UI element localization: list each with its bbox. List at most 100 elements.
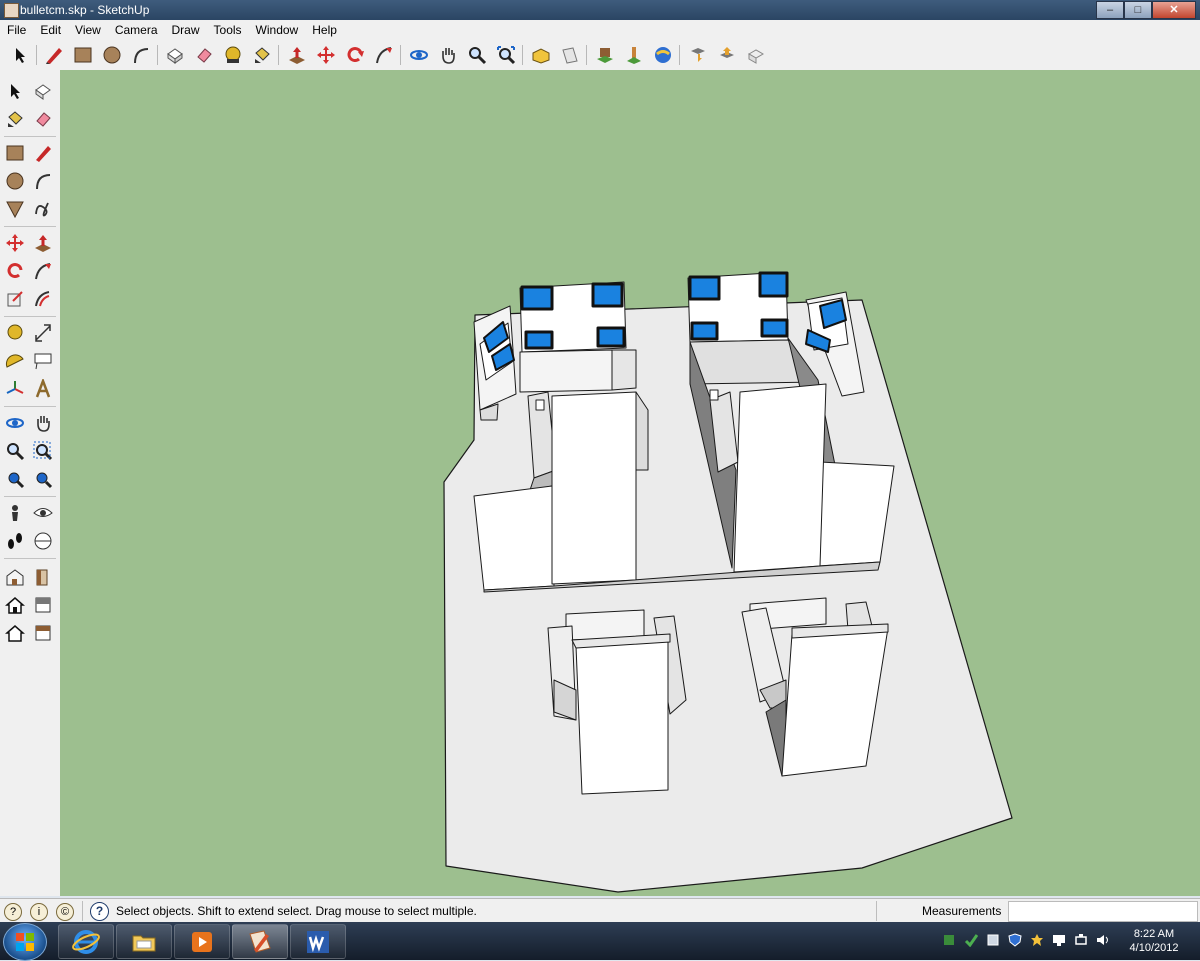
tool-orbit[interactable] xyxy=(2,410,28,436)
close-button[interactable]: ✕ xyxy=(1152,1,1196,19)
maximize-button[interactable]: □ xyxy=(1124,1,1152,19)
tool-offset[interactable] xyxy=(30,286,56,312)
tool-section-plane[interactable] xyxy=(30,528,56,554)
taskbar-windows-explorer[interactable] xyxy=(116,924,172,959)
tool-scale[interactable] xyxy=(2,286,28,312)
menu-draw[interactable]: Draw xyxy=(165,23,207,37)
minimize-button[interactable]: – xyxy=(1096,1,1124,19)
share-component-icon xyxy=(720,47,734,58)
menu-view[interactable]: View xyxy=(68,23,108,37)
shield-icon[interactable] xyxy=(1008,933,1022,947)
menu-camera[interactable]: Camera xyxy=(108,23,165,37)
tool-axes[interactable] xyxy=(2,376,28,402)
zoom-extents-tool-button[interactable] xyxy=(494,43,518,67)
security-icon[interactable] xyxy=(986,933,1000,947)
tool-pan[interactable] xyxy=(30,410,56,436)
share-component-button[interactable] xyxy=(715,43,739,67)
volume-icon[interactable] xyxy=(1096,933,1110,947)
measurements-input[interactable] xyxy=(1008,901,1198,922)
select-tool-button[interactable] xyxy=(8,43,32,67)
tool-zoom-window[interactable] xyxy=(30,438,56,464)
menu-window[interactable]: Window xyxy=(249,23,306,37)
tool-house[interactable] xyxy=(2,592,28,618)
taskbar-word[interactable] xyxy=(290,924,346,959)
pan-tool-button[interactable] xyxy=(436,43,460,67)
geo-location-icon[interactable]: ? xyxy=(4,903,22,921)
display-icon[interactable] xyxy=(1052,933,1066,947)
tool-pencil[interactable] xyxy=(30,140,56,166)
share-model-button[interactable] xyxy=(558,43,582,67)
tool-protractor[interactable] xyxy=(2,348,28,374)
tool-get-models[interactable] xyxy=(30,564,56,590)
tool-dimension[interactable] xyxy=(30,320,56,346)
star-icon[interactable] xyxy=(1030,933,1044,947)
tool-text[interactable] xyxy=(30,348,56,374)
menu-edit[interactable]: Edit xyxy=(33,23,68,37)
eraser-tool-button[interactable] xyxy=(192,43,216,67)
paint-bucket-tool-button[interactable] xyxy=(250,43,274,67)
tool-eraser[interactable] xyxy=(30,106,56,132)
right-chair-back xyxy=(733,383,827,573)
move-tool-button[interactable] xyxy=(314,43,338,67)
get-models-button[interactable] xyxy=(686,43,710,67)
circle-tool-button[interactable] xyxy=(100,43,124,67)
tool-previous-view[interactable] xyxy=(2,466,28,492)
toggle-terrain-button[interactable] xyxy=(744,43,768,67)
zoom-tool-button[interactable] xyxy=(465,43,489,67)
3d-warehouse-button[interactable] xyxy=(529,43,553,67)
make-component-button[interactable] xyxy=(163,43,187,67)
tool-select[interactable] xyxy=(2,78,28,104)
taskbar-media-player[interactable] xyxy=(174,924,230,959)
push-pull-tool-button[interactable] xyxy=(285,43,309,67)
rotate-tool-button[interactable] xyxy=(343,43,367,67)
tool-zoom[interactable] xyxy=(2,438,28,464)
arc-tool-button[interactable] xyxy=(129,43,153,67)
monitor-screen xyxy=(758,271,789,298)
credits-icon[interactable]: i xyxy=(30,903,48,921)
tool-freehand[interactable] xyxy=(30,196,56,222)
tape-measure-tool-button[interactable] xyxy=(221,43,245,67)
tool-rotate[interactable] xyxy=(2,258,28,284)
rectangle-tool-button[interactable] xyxy=(71,43,95,67)
drawing-viewport[interactable] xyxy=(60,70,1200,896)
user-icon[interactable]: © xyxy=(56,903,74,921)
taskbar-internet-explorer[interactable] xyxy=(58,924,114,959)
tool-3d-warehouse[interactable] xyxy=(2,564,28,590)
pencil-tool-button[interactable] xyxy=(42,43,66,67)
tool-circle[interactable] xyxy=(2,168,28,194)
tool-rectangle[interactable] xyxy=(2,140,28,166)
update-icon[interactable] xyxy=(964,933,978,947)
start-button[interactable] xyxy=(3,923,47,961)
get-current-view-button[interactable] xyxy=(651,43,675,67)
menu-tools[interactable]: Tools xyxy=(207,23,249,37)
tool-push-pull[interactable] xyxy=(30,230,56,256)
orbit-tool-button[interactable] xyxy=(407,43,431,67)
tool-share-model[interactable] xyxy=(30,592,56,618)
tool-house-outline[interactable] xyxy=(2,620,28,646)
help-icon[interactable]: ? xyxy=(90,902,109,921)
tool-zoom-extents[interactable] xyxy=(30,466,56,492)
tool-paint-bucket[interactable] xyxy=(2,106,28,132)
zoom-icon xyxy=(7,443,25,461)
follow-me-tool-button[interactable] xyxy=(372,43,396,67)
tool-look-around[interactable] xyxy=(30,500,56,526)
taskbar-sketchup[interactable] xyxy=(232,924,288,959)
tool-follow-me[interactable] xyxy=(30,258,56,284)
tool-position-camera[interactable] xyxy=(2,500,28,526)
tool-move[interactable] xyxy=(2,230,28,256)
tool-tape-measure[interactable] xyxy=(2,320,28,346)
preview-earth-button[interactable] xyxy=(622,43,646,67)
tool-arc[interactable] xyxy=(30,168,56,194)
network-icon[interactable] xyxy=(942,933,956,947)
tool-3d-text[interactable] xyxy=(30,376,56,402)
power-icon[interactable] xyxy=(1074,933,1088,947)
menu-help[interactable]: Help xyxy=(305,23,344,37)
left-desk-return xyxy=(473,485,555,591)
tool-polygon[interactable] xyxy=(2,196,28,222)
tool-component[interactable] xyxy=(30,620,56,646)
menu-file[interactable]: File xyxy=(0,23,33,37)
place-model-button[interactable] xyxy=(593,43,617,67)
tool-make-component[interactable] xyxy=(30,78,56,104)
system-clock[interactable]: 8:22 AM 4/10/2012 xyxy=(1124,927,1184,955)
tool-walk[interactable] xyxy=(2,528,28,554)
